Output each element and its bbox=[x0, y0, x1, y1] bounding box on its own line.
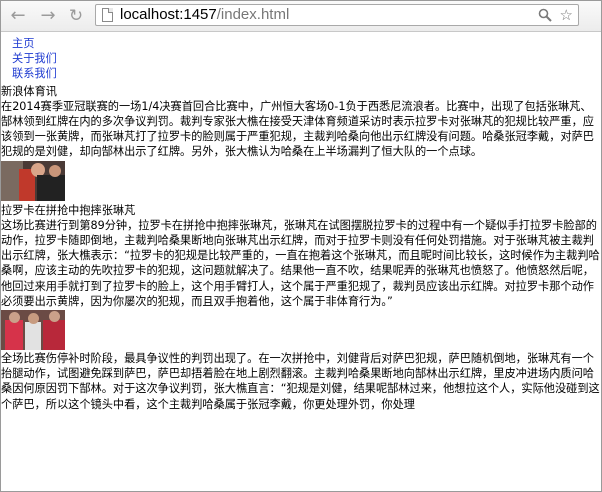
article-photo bbox=[1, 160, 65, 201]
url-host: localhost:1457 bbox=[120, 6, 217, 23]
bookmark-star-icon[interactable]: ☆ bbox=[560, 5, 573, 25]
nav-link-contact[interactable]: 联系我们 bbox=[12, 67, 57, 80]
article-section-3: 全场比赛伤停补时阶段，最具争议性的判罚出现了。在一次拼抢中，刘健背后对萨巴犯规，… bbox=[1, 351, 601, 412]
section-body: 这场比赛进行到第89分钟，拉罗卡在拼抢中抱摔张琳芃，张琳芃在试图摆脱拉罗卡的过程… bbox=[1, 218, 600, 308]
url-text[interactable]: localhost:1457/index.html bbox=[120, 5, 289, 25]
nav-menu: 主页 关于我们 联系我们 bbox=[1, 32, 601, 82]
browser-toolbar: ← → ↻ localhost:1457/index.html ☆ bbox=[1, 1, 601, 32]
article-photo bbox=[1, 310, 65, 350]
section-body: 全场比赛伤停补时阶段，最具争议性的判罚出现了。在一次拼抢中，刘健背后对萨巴犯规，… bbox=[1, 352, 600, 411]
forward-arrow-icon[interactable]: → bbox=[37, 5, 59, 27]
nav-link-about[interactable]: 关于我们 bbox=[12, 52, 57, 65]
page-icon bbox=[102, 8, 113, 22]
url-path: /index.html bbox=[216, 6, 290, 23]
reload-icon[interactable]: ↻ bbox=[65, 5, 87, 27]
address-bar[interactable]: localhost:1457/index.html ☆ bbox=[95, 4, 579, 26]
section-title: 新浪体育讯 bbox=[1, 84, 57, 98]
back-arrow-icon[interactable]: ← bbox=[7, 5, 29, 27]
nav-item-contact: 联系我们 bbox=[12, 66, 601, 81]
nav-link-home[interactable]: 主页 bbox=[12, 37, 34, 50]
nav-item-about: 关于我们 bbox=[12, 51, 601, 66]
section-body: 在2014赛季亚冠联赛的一场1/4决赛首回合比赛中，广州恒大客场0-1负于西悉尼… bbox=[1, 99, 594, 159]
article-section-2: 拉罗卡在拼抢中抱摔张琳芃 这场比赛进行到第89分钟，拉罗卡在拼抢中抱摔张琳芃，张… bbox=[1, 203, 601, 350]
nav-item-home: 主页 bbox=[12, 36, 601, 51]
page-content: 主页 关于我们 联系我们 新浪体育讯 在2014赛季亚冠联赛的一场1/4决赛首回… bbox=[1, 32, 601, 491]
search-icon[interactable] bbox=[538, 5, 552, 25]
browser-window: ← → ↻ localhost:1457/index.html ☆ 主页 关于我… bbox=[0, 0, 602, 492]
section-title: 拉罗卡在拼抢中抱摔张琳芃 bbox=[1, 203, 136, 217]
article-section-1: 新浪体育讯 在2014赛季亚冠联赛的一场1/4决赛首回合比赛中，广州恒大客场0-… bbox=[1, 84, 601, 201]
